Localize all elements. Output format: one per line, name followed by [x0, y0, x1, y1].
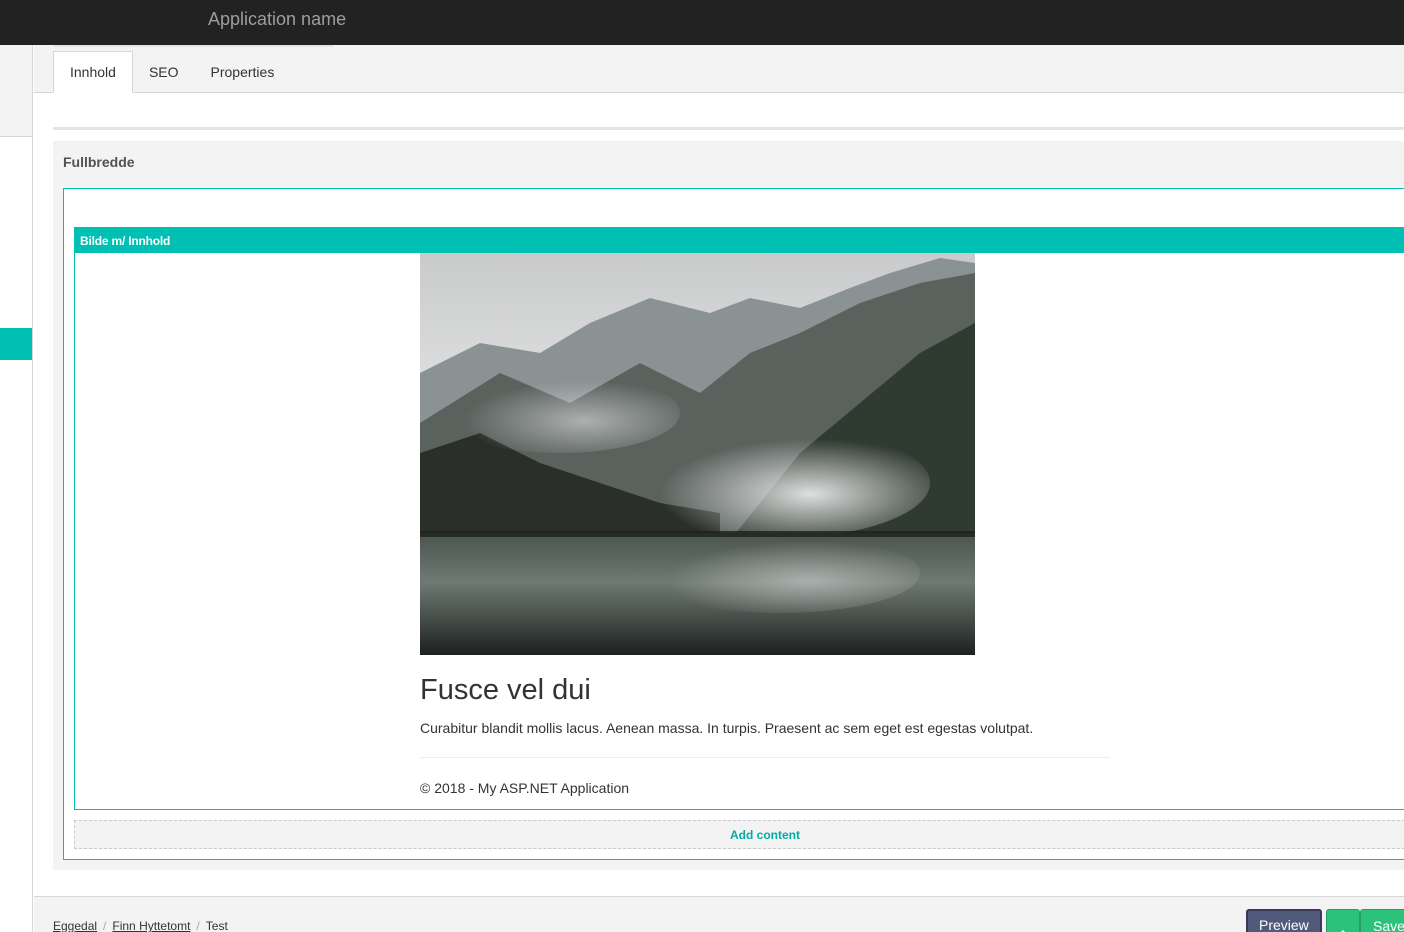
tab-list: Innhold SEO Properties	[53, 51, 290, 94]
tab-innhold[interactable]: Innhold	[53, 51, 133, 93]
editor-tabs-area: Innhold SEO Properties	[34, 45, 1404, 93]
add-content-button[interactable]: Add content	[74, 820, 1404, 849]
cell-header[interactable]: Bilde m/ Innhold	[75, 228, 1404, 253]
grid-row[interactable]: Bilde m/ Innhold Fusce vel dui Curabitur…	[63, 188, 1404, 860]
content-title: Fusce vel dui	[420, 674, 591, 706]
top-navbar: Application name	[0, 0, 1404, 45]
sidebar	[0, 45, 33, 932]
save-button[interactable]: Save	[1360, 909, 1404, 932]
tab-properties[interactable]: Properties	[195, 51, 291, 93]
content-divider	[420, 757, 1110, 758]
breadcrumb-link[interactable]: Eggedal	[53, 919, 97, 932]
breadcrumb-link[interactable]: Finn Hyttetomt	[112, 919, 190, 932]
content-cell[interactable]: Bilde m/ Innhold Fusce vel dui Curabitur…	[74, 227, 1404, 810]
divider	[54, 45, 334, 47]
app-name[interactable]: Application name	[208, 9, 346, 30]
sidebar-active-item[interactable]	[0, 328, 32, 360]
breadcrumb-current: Test	[205, 919, 228, 932]
save-options-button[interactable]	[1326, 909, 1360, 932]
breadcrumb: Eggedal / Finn Hyttetomt / Test	[53, 919, 228, 932]
footer-text: © 2018 - My ASP.NET Application	[420, 780, 630, 796]
preview-button[interactable]: Preview	[1246, 909, 1322, 932]
breadcrumb-separator: /	[103, 919, 107, 932]
grid-section: Fullbredde Bilde m/ Innhold Fusce vel du…	[53, 141, 1404, 870]
mountain-lake-image	[420, 253, 975, 655]
breadcrumb-separator: /	[196, 919, 200, 932]
content-separator	[53, 127, 1404, 130]
content-text: Curabitur blandit mollis lacus. Aenean m…	[420, 720, 1034, 736]
bottom-toolbar: Eggedal / Finn Hyttetomt / Test Preview …	[34, 896, 1404, 932]
sidebar-header	[0, 45, 32, 137]
tab-seo[interactable]: SEO	[133, 51, 195, 93]
section-title: Fullbredde	[63, 154, 135, 170]
